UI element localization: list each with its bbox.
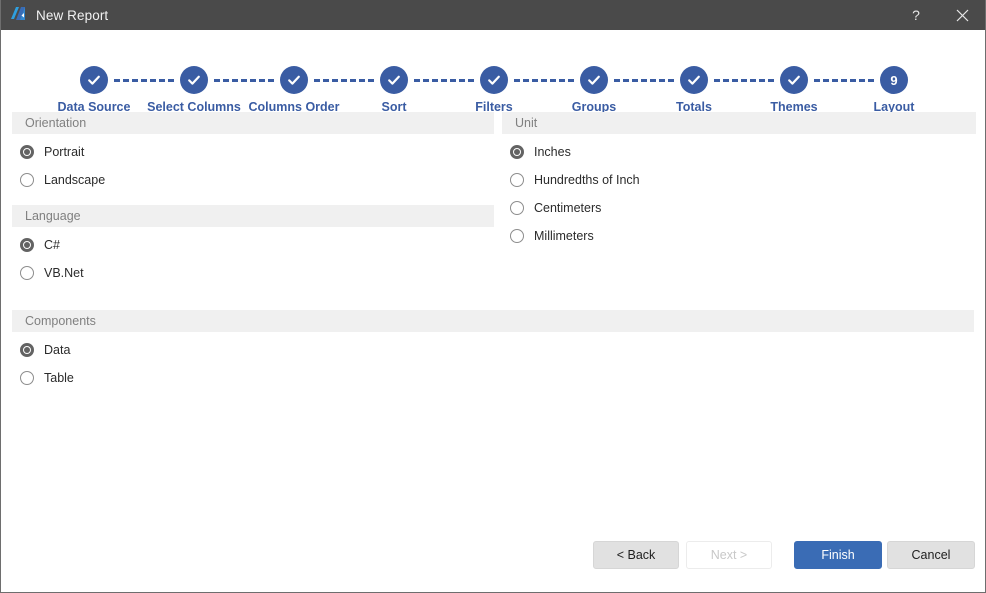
layout-right-column: Unit Inches Hundredths of Inch Centimete… (502, 112, 976, 250)
section-header-language: Language (12, 205, 494, 227)
report-app-icon (9, 6, 27, 24)
wizard-footer: < Back Next > Finish Cancel (1, 532, 985, 592)
wizard-content: Orientation Portrait Landscape Language … (1, 112, 985, 567)
next-button: Next > (686, 541, 772, 569)
radio-indicator-table[interactable] (20, 371, 34, 385)
radio-indicator-vbnet[interactable] (20, 266, 34, 280)
radio-label-csharp: C# (44, 238, 60, 252)
section-unit: Unit Inches Hundredths of Inch Centimete… (502, 112, 976, 250)
layout-left-column: Orientation Portrait Landscape Language … (12, 112, 494, 287)
radio-label-landscape: Landscape (44, 173, 106, 187)
radio-indicator-portrait[interactable] (20, 145, 34, 159)
section-language: Language C# VB.Net (12, 205, 494, 287)
section-orientation: Orientation Portrait Landscape (12, 112, 494, 194)
radio-indicator-csharp[interactable] (20, 238, 34, 252)
radio-indicator-data[interactable] (20, 343, 34, 357)
radio-indicator-inches[interactable] (510, 145, 524, 159)
check-icon (580, 66, 608, 94)
radio-label-centimeters: Centimeters (534, 201, 602, 215)
check-icon (780, 66, 808, 94)
radio-label-inches: Inches (534, 145, 571, 159)
check-icon (480, 66, 508, 94)
cancel-button[interactable]: Cancel (887, 541, 975, 569)
section-header-orientation: Orientation (12, 112, 494, 134)
radio-option-table[interactable]: Table (12, 364, 974, 392)
section-header-components: Components (12, 310, 974, 332)
section-components: Components Data Table (12, 310, 974, 392)
radio-indicator-millimeters[interactable] (510, 229, 524, 243)
radio-indicator-landscape[interactable] (20, 173, 34, 187)
title-bar: New Report ? (1, 0, 985, 30)
radio-option-portrait[interactable]: Portrait (12, 138, 494, 166)
radio-label-millimeters: Millimeters (534, 229, 594, 243)
stepper-step-layout[interactable]: 9 Layout (834, 66, 954, 114)
radio-option-data[interactable]: Data (12, 336, 974, 364)
finish-button[interactable]: Finish (794, 541, 882, 569)
radio-option-vbnet[interactable]: VB.Net (12, 259, 494, 287)
radio-option-hundredths-of-inch[interactable]: Hundredths of Inch (502, 166, 976, 194)
check-icon (680, 66, 708, 94)
check-icon (80, 66, 108, 94)
section-header-unit: Unit (502, 112, 976, 134)
check-icon (380, 66, 408, 94)
radio-label-table: Table (44, 371, 74, 385)
step-number: 9 (880, 66, 908, 94)
radio-option-landscape[interactable]: Landscape (12, 166, 494, 194)
wizard-stepper: Data Source Select Columns Columns Order So… (1, 30, 985, 114)
radio-indicator-centimeters[interactable] (510, 201, 524, 215)
check-icon (280, 66, 308, 94)
back-button[interactable]: < Back (593, 541, 679, 569)
window-title: New Report (36, 7, 109, 23)
close-icon[interactable] (939, 0, 985, 30)
radio-option-inches[interactable]: Inches (502, 138, 976, 166)
radio-label-hundredths-of-inch: Hundredths of Inch (534, 173, 640, 187)
radio-label-vbnet: VB.Net (44, 266, 84, 280)
radio-label-portrait: Portrait (44, 145, 85, 159)
check-icon (180, 66, 208, 94)
new-report-wizard-window: New Report ? Data Source Select Columns Co… (0, 0, 986, 593)
radio-option-centimeters[interactable]: Centimeters (502, 194, 976, 222)
radio-indicator-hundredths-of-inch[interactable] (510, 173, 524, 187)
radio-option-csharp[interactable]: C# (12, 231, 494, 259)
radio-option-millimeters[interactable]: Millimeters (502, 222, 976, 250)
help-button[interactable]: ? (893, 0, 939, 30)
radio-label-data: Data (44, 343, 71, 357)
